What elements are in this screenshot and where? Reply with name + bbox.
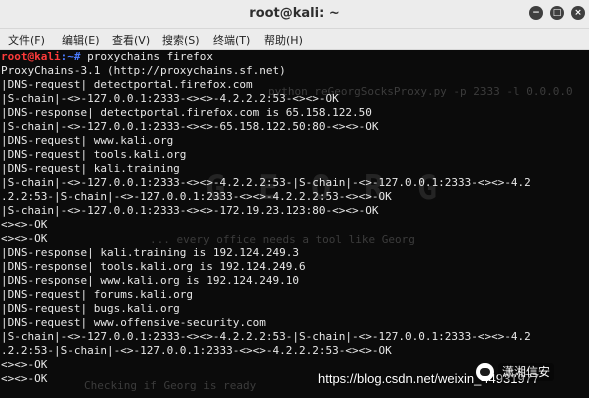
menu-search[interactable]: 搜索(S)	[162, 32, 200, 48]
terminal-line: |DNS-request| forums.kali.org	[1, 288, 194, 301]
terminal-line: ProxyChains-3.1 (http://proxychains.sf.n…	[1, 64, 286, 77]
terminal-line: .2.2:53-|S-chain|-<>-127.0.0.1:2333-<><>…	[1, 344, 392, 357]
wechat-icon	[476, 363, 494, 381]
terminal-line: |S-chain|-<>-127.0.0.1:2333-<><>-4.2.2.2…	[1, 330, 531, 343]
terminal-line: |DNS-response| www.kali.org is 192.124.2…	[1, 274, 300, 287]
terminal-line: |DNS-request| www.kali.org	[1, 134, 174, 147]
background-status-text: Checking if Georg is ready	[84, 379, 257, 392]
terminal-line: |S-chain|-<>-127.0.0.1:2333-<><>-4.2.2.2…	[1, 176, 531, 189]
prompt-command: proxychains firefox	[80, 50, 213, 63]
terminal-line: |S-chain|-<>-127.0.0.1:2333-<><>-4.2.2.2…	[1, 92, 339, 105]
menu-terminal[interactable]: 终端(T)	[213, 32, 250, 48]
terminal-line: |DNS-request| www.offensive-security.com	[1, 316, 266, 329]
terminal-line: |DNS-response| kali.training is 192.124.…	[1, 246, 300, 259]
window-titlebar: root@kali: ~ − □ ×	[0, 0, 589, 29]
terminal-line: |DNS-request| kali.training	[1, 162, 180, 175]
window-title: root@kali: ~	[249, 6, 340, 21]
maximize-button[interactable]: □	[550, 6, 564, 20]
menu-view[interactable]: 查看(V)	[112, 32, 150, 48]
menu-help[interactable]: 帮助(H)	[264, 32, 303, 48]
close-button[interactable]: ×	[571, 6, 585, 20]
terminal-line: <><>-OK	[1, 218, 48, 231]
terminal-output[interactable]: python reGeorgSocksProxy.py -p 2333 -l 0…	[0, 50, 589, 398]
menu-edit[interactable]: 编辑(E)	[62, 32, 100, 48]
terminal-line: .2.2:53-|S-chain|-<>-127.0.0.1:2333-<><>…	[1, 190, 392, 203]
terminal-line: <><>-OK	[1, 372, 48, 385]
close-icon: ×	[574, 8, 582, 18]
maximize-icon: □	[552, 8, 562, 18]
terminal-line: |DNS-request| tools.kali.org	[1, 148, 187, 161]
terminal-line: |DNS-request| bugs.kali.org	[1, 302, 180, 315]
minimize-button[interactable]: −	[529, 6, 543, 20]
terminal-line: |S-chain|-<>-127.0.0.1:2333-<><>-65.158.…	[1, 120, 379, 133]
terminal-line: <><>-OK	[1, 232, 48, 245]
terminal-line: |DNS-request| detectportal.firefox.com	[1, 78, 253, 91]
watermark-badge: 潇湘信安	[498, 363, 555, 381]
terminal-line: <><>-OK	[1, 358, 48, 371]
menu-file[interactable]: 文件(F)	[8, 32, 45, 48]
minimize-icon: −	[532, 8, 540, 18]
terminal-prompt-line: root@kali:~# proxychains firefox	[1, 50, 213, 64]
terminal-line: |DNS-response| detectportal.firefox.com …	[1, 106, 372, 119]
prompt-path: :~#	[60, 50, 81, 63]
terminal-line: |S-chain|-<>-127.0.0.1:2333-<><>-172.19.…	[1, 204, 379, 217]
menu-bar: 文件(F) 编辑(E) 查看(V) 搜索(S) 终端(T) 帮助(H)	[0, 29, 589, 50]
prompt-user: root@kali	[1, 50, 61, 63]
background-banner-text: ... every office needs a tool like Georg	[150, 233, 415, 246]
terminal-line: |DNS-response| tools.kali.org is 192.124…	[1, 260, 306, 273]
